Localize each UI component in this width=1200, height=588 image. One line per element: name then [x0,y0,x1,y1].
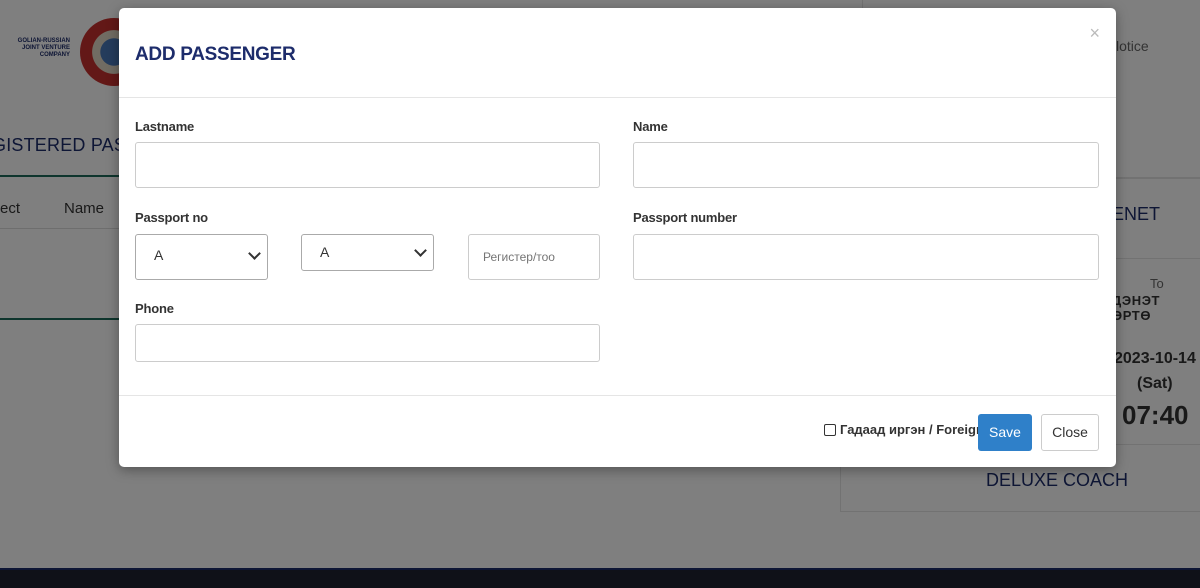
passport-letter1-value: A [154,247,164,263]
lastname-input[interactable] [135,142,600,188]
modal-header: ADD PASSENGER × [119,8,1116,98]
foreigner-checkbox[interactable] [824,423,836,436]
passport-letter1-select[interactable]: A [135,234,268,280]
passport-letter2-value: A [320,244,330,260]
phone-input[interactable] [135,324,600,362]
name-input[interactable] [633,142,1099,188]
passport-no-label: Passport no [135,210,208,225]
chevron-down-icon [248,247,261,260]
foreigner-label: Гадаад иргэн / Foreigner [840,422,997,437]
passport-register-input[interactable] [468,234,600,280]
save-button[interactable]: Save [978,414,1032,451]
close-button[interactable]: Close [1041,414,1099,451]
phone-label: Phone [135,301,174,316]
modal-title: ADD PASSENGER [135,44,296,65]
add-passenger-modal: ADD PASSENGER × Lastname Name Passport n… [119,8,1116,467]
chevron-down-icon [414,244,427,257]
passport-letter2-select[interactable]: A [301,234,434,271]
foreigner-checkbox-row[interactable]: Гадаад иргэн / Foreigner [824,422,996,437]
modal-footer: Гадаад иргэн / Foreigner Save Close [119,395,1116,467]
passport-number-label: Passport number [633,210,737,225]
close-icon[interactable]: × [1089,24,1100,42]
lastname-label: Lastname [135,119,195,134]
name-label: Name [633,119,668,134]
passport-number-input[interactable] [633,234,1099,280]
